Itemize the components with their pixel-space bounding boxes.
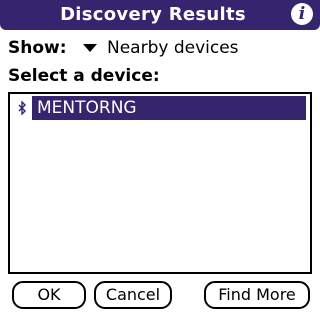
device-name: MENTORNG	[32, 96, 306, 120]
show-label: Show:	[8, 38, 67, 58]
ok-button[interactable]: OK	[12, 281, 86, 309]
cancel-button[interactable]: Cancel	[94, 281, 172, 309]
info-icon[interactable]: i	[291, 3, 313, 25]
dropdown-arrow-icon	[83, 44, 97, 52]
show-filter-dropdown[interactable]: Nearby devices	[83, 37, 239, 59]
show-filter-value: Nearby devices	[107, 38, 239, 58]
window-title: Discovery Results	[60, 4, 246, 25]
device-list-item[interactable]: MENTORNG	[12, 96, 306, 120]
bluetooth-icon	[12, 96, 32, 120]
device-list[interactable]: MENTORNG	[8, 92, 312, 274]
title-bar: Discovery Results i	[0, 0, 320, 30]
find-more-button[interactable]: Find More	[204, 281, 310, 309]
select-device-label: Select a device:	[8, 66, 160, 86]
discovery-results-screen: Discovery Results i Show: Nearby devices…	[0, 0, 320, 320]
